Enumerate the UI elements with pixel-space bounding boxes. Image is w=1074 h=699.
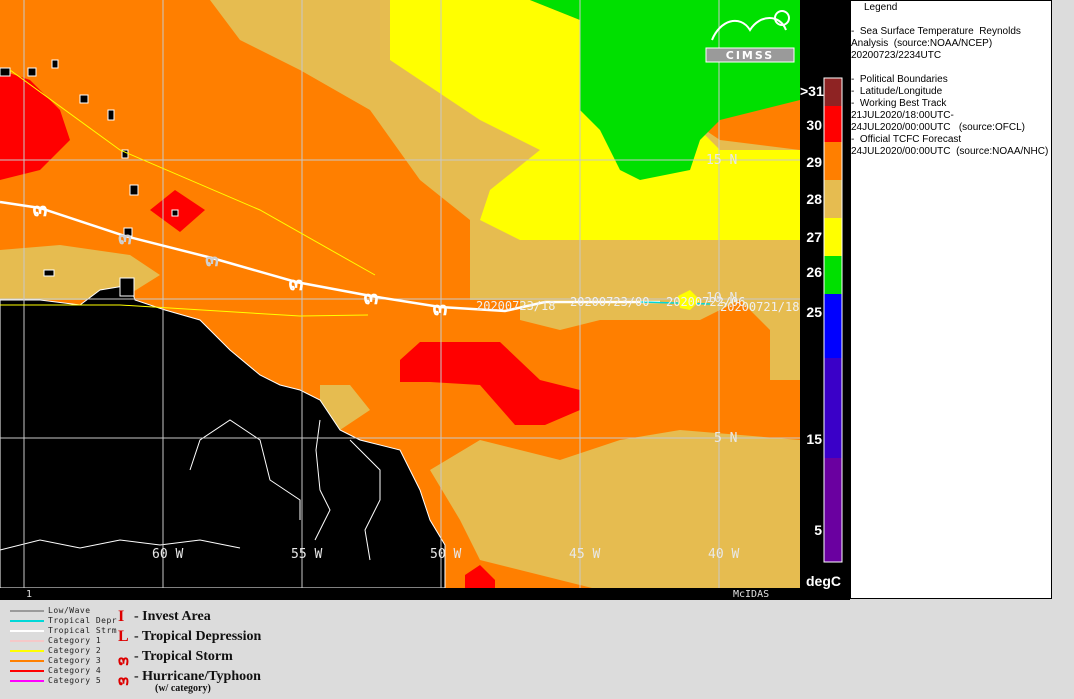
scale-unit: degC	[806, 573, 841, 589]
invest-icon: I	[118, 608, 125, 625]
legend-line: 21JUL2020/18:00UTC-	[851, 110, 954, 121]
color-bar-segment	[824, 106, 842, 142]
scale-label: 29	[806, 154, 822, 170]
legend-line: - Official TCFC Forecast	[851, 134, 962, 145]
legend-sst-block: - Sea Surface Temperature Reynolds Analy…	[851, 26, 1049, 62]
lat-label: 15 N	[706, 153, 737, 168]
storm-icon: ๓	[205, 247, 219, 271]
logo-text: CIMSS	[726, 49, 774, 62]
color-bar-segment	[824, 294, 842, 358]
track-key-label: Category 1	[48, 636, 102, 645]
lon-label: 60 W	[152, 547, 183, 562]
track-key-label: Tropical Depr	[48, 616, 118, 625]
storm-icon: ๓	[363, 285, 378, 310]
scale-label: 5	[814, 522, 822, 538]
storm-icon: ๓	[118, 652, 129, 669]
scale-label: 15	[806, 431, 822, 447]
color-bar-segment	[824, 142, 842, 180]
lon-label: 50 W	[430, 547, 461, 562]
frame-number: 1	[26, 589, 32, 600]
color-bar-segment	[824, 358, 842, 458]
mcidas-label: McIDAS	[733, 589, 769, 600]
map-footer	[0, 588, 800, 600]
lon-label: 55 W	[291, 547, 322, 562]
lon-label: 40 W	[708, 547, 739, 562]
track-key-label: Low/Wave	[48, 606, 91, 615]
storm-icon: ๓	[118, 225, 132, 249]
track-key-label: Category 5	[48, 676, 102, 685]
track-key-swatch	[10, 610, 44, 612]
sst-map: ๓ ๓ ๓ ๓ ๓ ๓ 20200723/18 20200723/00 2020…	[0, 0, 800, 600]
legend-line: - Latitude/Longitude	[851, 86, 943, 97]
color-bar-segment	[824, 78, 842, 106]
legend-line: 24JUL2020/00:00UTC (source:NOAA/NHC)	[851, 146, 1049, 157]
track-label: 20200723/18	[476, 299, 555, 313]
legend-overlay-block: - Political Boundaries - Latitude/Longit…	[851, 74, 1049, 158]
track-key-swatch	[10, 640, 44, 642]
scale-label: 27	[806, 229, 822, 245]
lat-label: 5 N	[714, 431, 737, 446]
legend-line: - Political Boundaries	[851, 74, 948, 85]
storm-icon: ๓	[32, 197, 47, 222]
lon-label: 45 W	[569, 547, 600, 562]
track-key-label: Tropical Strm	[48, 626, 118, 635]
track-key-swatch	[10, 670, 44, 672]
scale-label: 25	[806, 304, 822, 320]
track-key-label: Category 4	[48, 666, 102, 675]
storm-icon: ๓	[432, 296, 447, 321]
symbol-key-label: - Tropical Storm	[134, 649, 233, 664]
legend-panel: Legend - Sea Surface Temperature Reynold…	[850, 0, 1052, 599]
legend-line: - Sea Surface Temperature Reynolds	[851, 26, 1021, 37]
map-canvas: ๓ ๓ ๓ ๓ ๓ ๓ 20200723/18 20200723/00 2020…	[0, 0, 800, 600]
lat-label: 10 N	[706, 291, 737, 306]
color-bar-segment	[824, 180, 842, 218]
scale-label: 30	[806, 117, 822, 133]
scale-label: 26	[806, 264, 822, 280]
hurricane-icon: ๓	[118, 672, 129, 689]
symbol-key-label: - Invest Area	[134, 609, 211, 624]
track-key-label: Category 3	[48, 656, 102, 665]
color-bar-segment	[824, 256, 842, 294]
storm-icon: ๓	[288, 271, 303, 296]
track-key-swatch	[10, 680, 44, 682]
track-key-swatch	[10, 630, 44, 632]
track-key-label: Category 2	[48, 646, 102, 655]
legend-line: 20200723/2234UTC	[851, 50, 942, 61]
track-key-swatch	[10, 660, 44, 662]
legend-line: - Working Best Track	[851, 98, 947, 109]
legend-line: Analysis (source:NOAA/NCEP)	[851, 38, 993, 49]
depression-icon: L	[118, 628, 129, 645]
legend-line: 24JUL2020/00:00UTC (source:OFCL)	[851, 122, 1025, 133]
color-bar-segment	[824, 458, 842, 562]
track-key-swatch	[10, 620, 44, 622]
track-key-swatch	[10, 650, 44, 652]
track-label: 20200723/00	[570, 295, 649, 309]
sst-color-scale: >31 30 29 28 27 26 25 15 5 degC	[800, 0, 850, 600]
scale-label: >31	[800, 83, 824, 99]
symbol-key-note: (w/ category)	[155, 683, 211, 694]
symbol-key-label: - Tropical Depression	[134, 629, 262, 644]
legend-title: Legend	[864, 2, 898, 13]
scale-label: 28	[806, 191, 822, 207]
color-bar-segment	[824, 218, 842, 256]
